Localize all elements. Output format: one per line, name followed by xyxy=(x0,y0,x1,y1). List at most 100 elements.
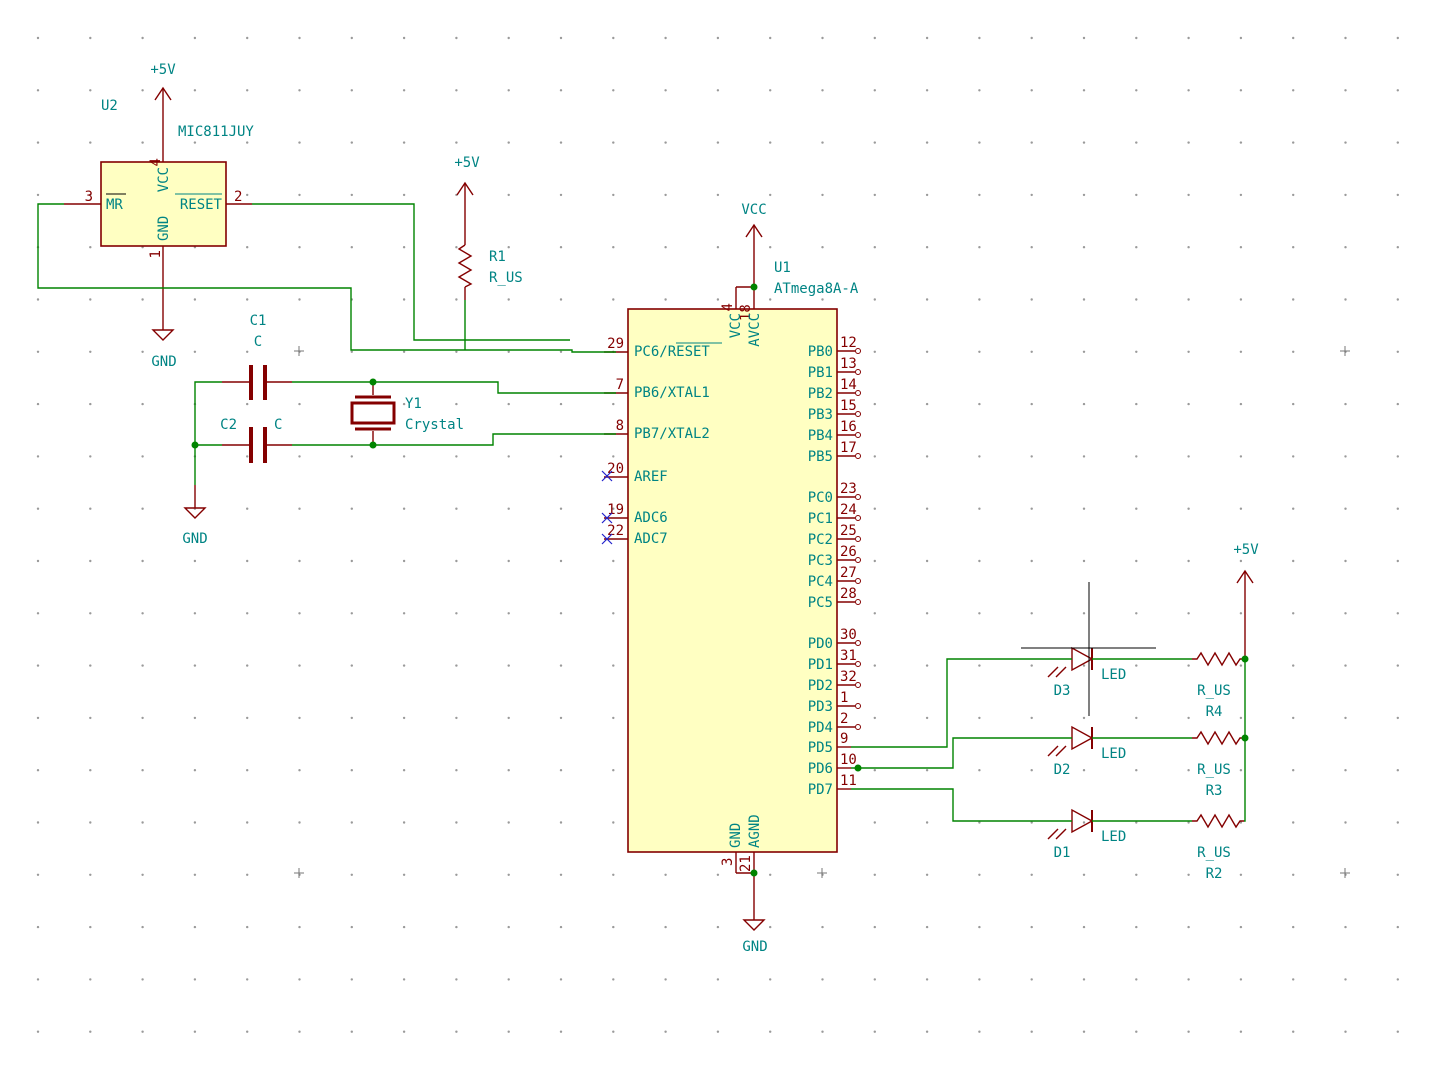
grid-dot xyxy=(1396,455,1400,458)
u2-supervisor[interactable]: 3 2 4 1 MR RESET VCC GND U2 MIC811JUY xyxy=(64,98,254,270)
gnd-u1[interactable]: GND xyxy=(742,873,768,955)
grid-dot xyxy=(402,36,406,40)
grid-dot xyxy=(664,1030,667,1033)
power-5v-u2[interactable]: +5V xyxy=(150,62,176,135)
c1-capacitor[interactable]: C1 C xyxy=(222,313,292,400)
u1-pin-vcc-name: VCC xyxy=(728,313,744,338)
grid-dot xyxy=(925,1030,929,1033)
grid-dot xyxy=(507,402,510,406)
grid-dot xyxy=(1082,978,1086,981)
grid-dot xyxy=(89,978,92,981)
u1-left-pin-name: AREF xyxy=(634,469,668,485)
grid-dot xyxy=(1292,455,1295,458)
grid-dot xyxy=(1030,612,1033,615)
u1-right-pin-number: 15 xyxy=(840,398,857,414)
u1-right-pin-name: PB0 xyxy=(808,344,833,360)
grid-dot xyxy=(141,89,144,92)
grid-dot xyxy=(1187,246,1190,249)
y1-crystal[interactable]: Y1 Crystal xyxy=(350,382,464,445)
grid-dot xyxy=(141,925,144,929)
grid-dot xyxy=(1030,36,1033,40)
r1-pullup-resistor[interactable]: +5V R1 R_US xyxy=(454,155,523,300)
grid-dot xyxy=(925,193,929,197)
grid-dot xyxy=(1344,612,1347,615)
d1-led[interactable]: D1 LED xyxy=(1047,808,1126,861)
grid-dot xyxy=(1082,36,1086,40)
grid-dot xyxy=(1292,1030,1295,1033)
grid-dot xyxy=(612,455,615,458)
grid-dot xyxy=(1187,612,1190,615)
u1-right-pin-name: PC4 xyxy=(808,574,833,590)
grid-dot xyxy=(1344,978,1347,981)
grid-dot xyxy=(559,141,563,144)
grid-dot xyxy=(1292,559,1295,563)
grid-dot xyxy=(1344,1030,1347,1033)
gnd-u2[interactable]: GND xyxy=(151,270,177,370)
grid-dot xyxy=(246,559,249,563)
grid-dot xyxy=(455,769,458,772)
grid-dot xyxy=(1082,350,1086,353)
grid-dot xyxy=(193,36,197,40)
grid-dot xyxy=(507,141,510,144)
gnd-caps[interactable]: GND xyxy=(182,485,208,547)
grid-dot xyxy=(1030,978,1033,981)
u1-microcontroller[interactable]: 29 PC6/RESET 7 PB6/XTAL1 8 PB7/XTAL2 20 AREF 1 9 A… xyxy=(604,260,861,874)
u1-right-pin-number: 10 xyxy=(840,752,857,768)
u1-right-pin-number: 12 xyxy=(840,335,857,351)
grid-dot xyxy=(193,925,197,929)
grid-dot xyxy=(350,664,353,667)
grid-dot xyxy=(873,612,876,615)
grid-dot xyxy=(1239,978,1243,981)
grid-dot xyxy=(1187,141,1190,144)
grid-dot xyxy=(350,978,353,981)
grid-dot xyxy=(1239,664,1243,667)
grid-dot xyxy=(1239,455,1243,458)
grid-dot xyxy=(925,36,929,40)
grid-dot xyxy=(1135,89,1138,92)
grid-dot xyxy=(716,298,720,301)
grid-dot xyxy=(1344,925,1347,929)
grid-dot xyxy=(1344,141,1347,144)
grid-dot xyxy=(455,507,458,510)
grid-dot xyxy=(298,925,301,929)
grid-dot xyxy=(664,246,667,249)
grid-dot xyxy=(1082,141,1086,144)
grid-dot xyxy=(1344,455,1347,458)
grid-dot xyxy=(925,141,929,144)
grid-dot xyxy=(1135,402,1138,406)
grid-dot xyxy=(1187,507,1190,510)
grid-dot xyxy=(1396,925,1400,929)
grid-dot xyxy=(89,402,92,406)
c2-capacitor[interactable]: C2 C xyxy=(220,417,292,463)
grid-dot xyxy=(298,821,301,824)
grid-dot xyxy=(1030,507,1033,510)
grid-dot xyxy=(1030,89,1033,92)
grid-dot xyxy=(1344,821,1347,824)
power-vcc-u1[interactable]: VCC xyxy=(741,202,767,287)
grid-dot xyxy=(298,36,301,40)
grid-dot xyxy=(821,246,824,249)
grid-dot xyxy=(1082,873,1086,876)
grid-dot xyxy=(664,925,667,929)
grid-dot xyxy=(664,141,667,144)
r3-resistor[interactable]: R_US R3 xyxy=(1192,730,1244,799)
grid-dot xyxy=(350,716,353,720)
grid-dot xyxy=(402,716,406,720)
grid-dot xyxy=(978,298,981,301)
d3-led[interactable]: D3 LED xyxy=(1047,646,1126,699)
grid-dot xyxy=(1082,612,1086,615)
r4-resistor[interactable]: R_US R4 xyxy=(1192,651,1244,720)
grid-dot xyxy=(402,1030,406,1033)
d2-led[interactable]: D2 LED xyxy=(1047,725,1126,778)
power-5v-leds[interactable]: +5V xyxy=(1233,542,1259,659)
u1-right-pin-number: 16 xyxy=(840,419,857,435)
grid-dot xyxy=(1292,36,1295,40)
grid-dot xyxy=(769,873,772,876)
y1-value: Crystal xyxy=(405,417,464,433)
grid-dot xyxy=(455,559,458,563)
grid-dot xyxy=(1396,873,1400,876)
grid-dot xyxy=(455,612,458,615)
r2-resistor[interactable]: R_US R2 xyxy=(1192,813,1244,882)
grid-dot xyxy=(612,716,615,720)
grid-dot xyxy=(402,612,406,615)
